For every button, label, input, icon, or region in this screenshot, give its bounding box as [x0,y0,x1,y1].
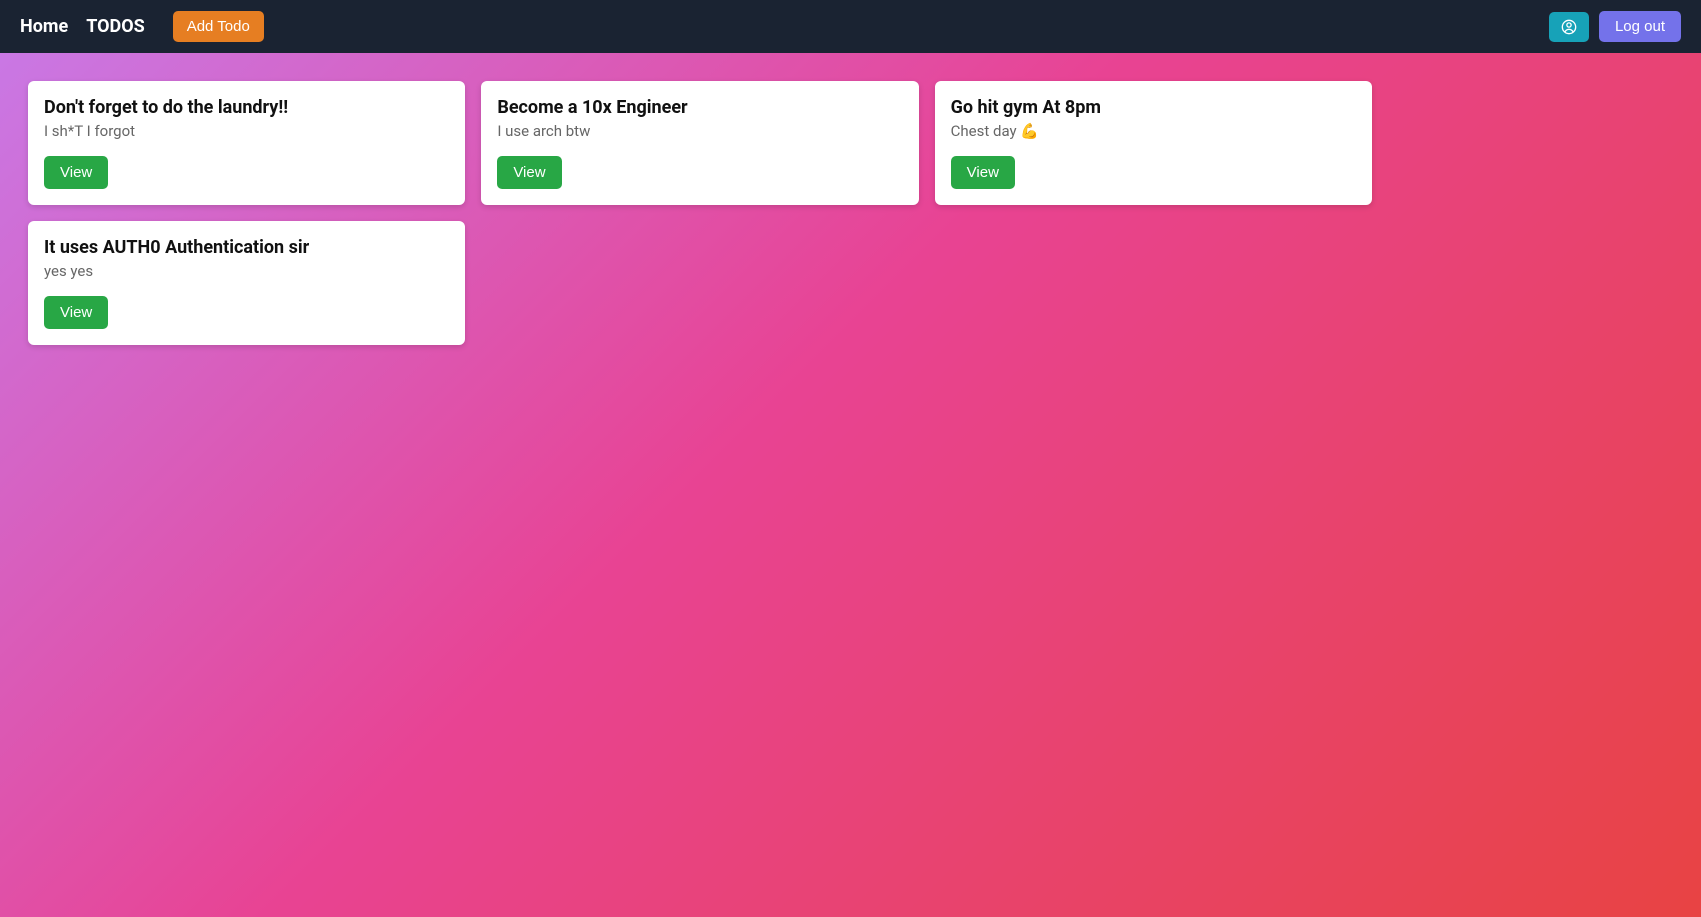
user-circle-icon [1561,19,1577,35]
user-profile-button[interactable] [1549,12,1589,42]
view-todo-button[interactable]: View [951,156,1015,189]
view-todo-button[interactable]: View [44,296,108,329]
todo-title: Become a 10x Engineer [497,97,687,118]
todo-card: Become a 10x Engineer I use arch btw Vie… [481,81,918,205]
todo-card: Go hit gym At 8pm Chest day 💪 View [935,81,1372,205]
todo-card: It uses AUTH0 Authentication sir yes yes… [28,221,465,345]
add-todo-button[interactable]: Add Todo [173,11,264,42]
todo-card: Don't forget to do the laundry!! I sh*T … [28,81,465,205]
todos-grid: Don't forget to do the laundry!! I sh*T … [0,53,1400,373]
todo-subtitle: I use arch btw [497,122,590,140]
navbar: Home TODOS Add Todo Log out [0,0,1701,53]
todo-subtitle: Chest day 💪 [951,122,1039,140]
nav-right: Log out [1549,11,1681,42]
view-todo-button[interactable]: View [44,156,108,189]
nav-todos-link[interactable]: TODOS [86,16,145,37]
todo-subtitle: I sh*T I forgot [44,122,135,140]
todo-subtitle: yes yes [44,262,93,280]
todo-title: Go hit gym At 8pm [951,97,1101,118]
logout-button[interactable]: Log out [1599,11,1681,42]
todo-title: It uses AUTH0 Authentication sir [44,237,309,258]
nav-left: Home TODOS Add Todo [20,11,264,42]
view-todo-button[interactable]: View [497,156,561,189]
todo-title: Don't forget to do the laundry!! [44,97,288,118]
nav-home-link[interactable]: Home [20,16,68,37]
